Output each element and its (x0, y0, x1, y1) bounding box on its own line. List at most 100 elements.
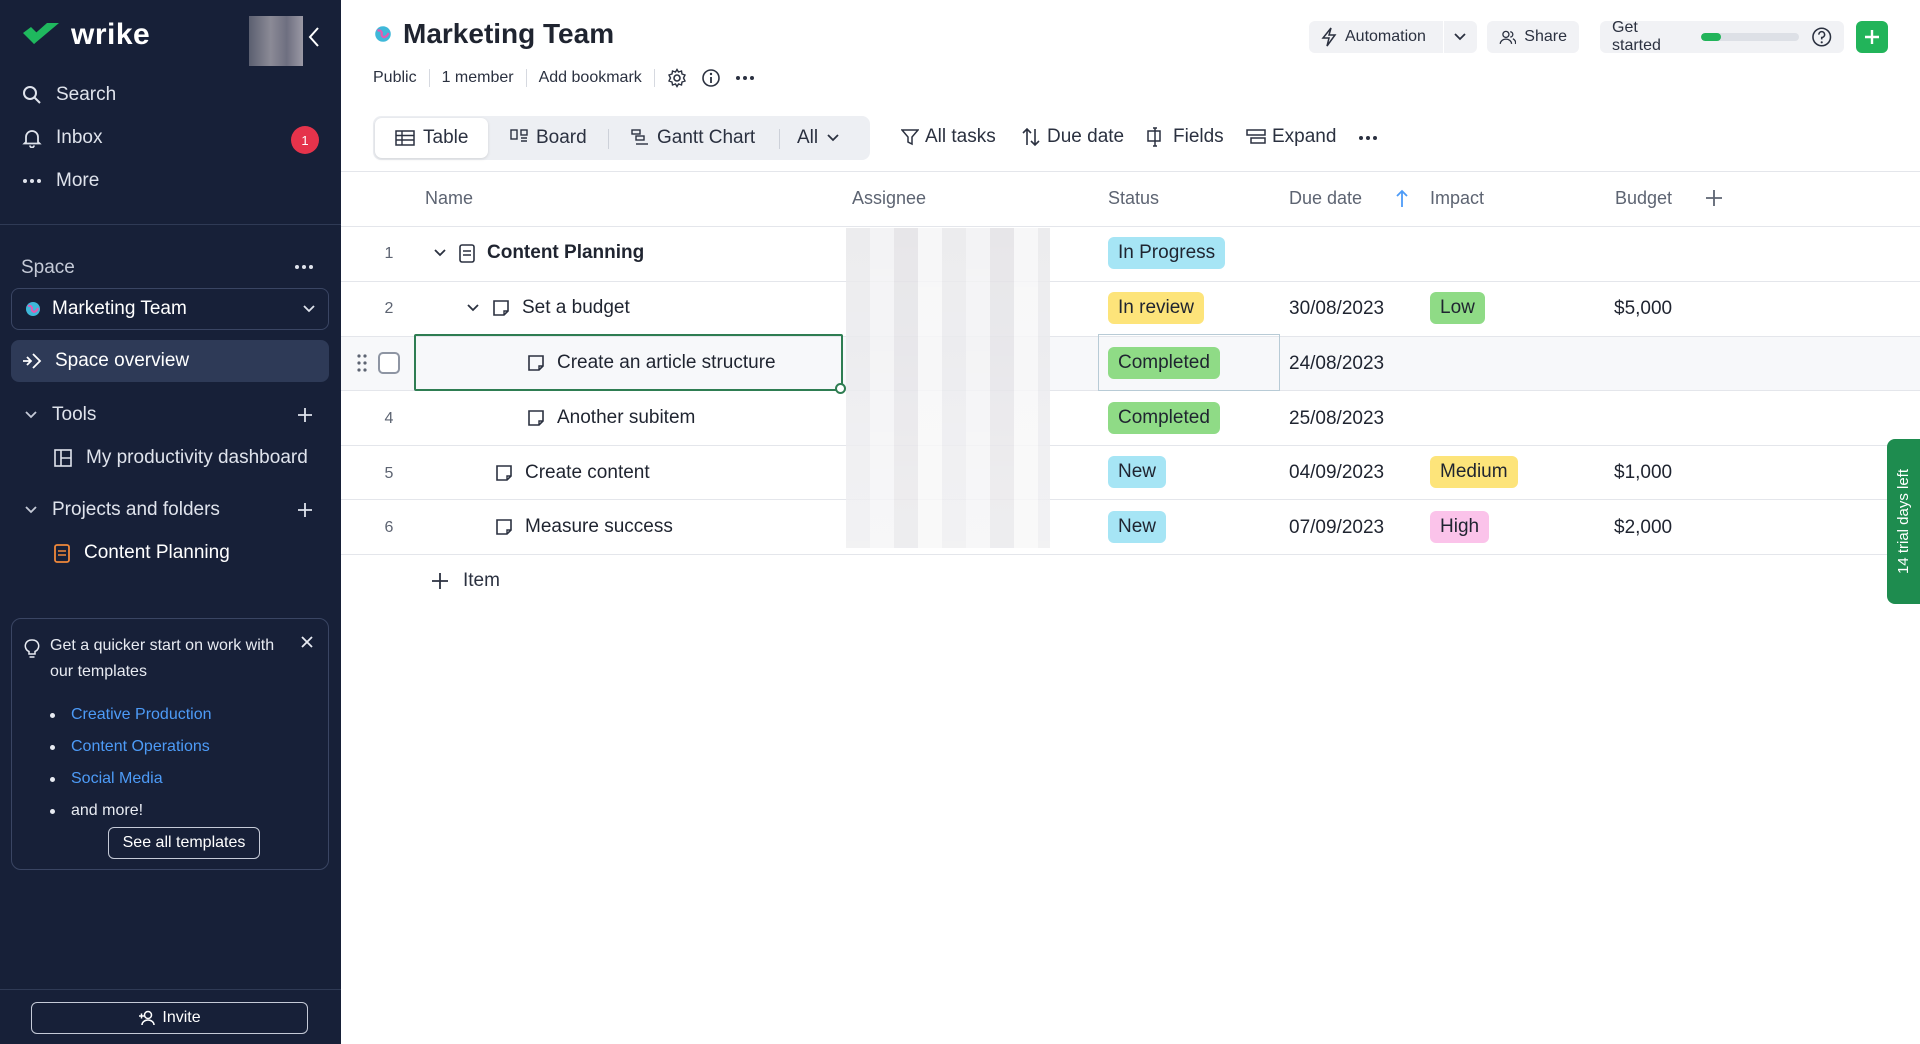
status-badge[interactable]: New (1108, 511, 1167, 543)
lightbulb-icon (24, 639, 40, 658)
budget-value[interactable]: $2,000 (1614, 517, 1672, 539)
template-link[interactable]: Content Operations (48, 731, 212, 763)
tool-item-dashboard[interactable]: My productivity dashboard (54, 447, 308, 469)
tab-board[interactable]: Board (490, 118, 607, 158)
nav-more-label: More (56, 170, 100, 191)
project-item-content-planning[interactable]: Content Planning (54, 542, 230, 564)
due-date[interactable]: 04/09/2023 (1289, 462, 1384, 484)
expand-button[interactable]: Expand (1246, 126, 1336, 148)
task-icon (496, 519, 512, 535)
page-title: Marketing Team (373, 18, 614, 50)
plus-icon (1865, 30, 1879, 44)
info-icon[interactable] (701, 68, 721, 88)
fields-button[interactable]: Fields (1147, 126, 1224, 148)
view-filter-label: All (797, 127, 819, 148)
close-icon[interactable] (300, 635, 314, 649)
add-tool-plus-icon[interactable] (296, 406, 314, 424)
nav-inbox[interactable]: Inbox (22, 127, 102, 149)
expand-label: Expand (1272, 126, 1337, 147)
budget-value[interactable]: $5,000 (1614, 298, 1672, 320)
wrike-logo[interactable]: wrike (21, 18, 150, 52)
chevron-down-icon (303, 305, 315, 313)
status-badge[interactable]: In review (1108, 292, 1205, 324)
chevron-down-icon[interactable] (466, 303, 480, 313)
sort-due-date[interactable]: Due date (1021, 126, 1124, 148)
budget-value[interactable]: $1,000 (1614, 462, 1672, 484)
row-select-checkbox[interactable] (378, 352, 400, 374)
template-link[interactable]: Creative Production (48, 699, 212, 731)
row-name-label: Create content (525, 462, 650, 483)
impact-badge[interactable]: Medium (1430, 456, 1518, 488)
template-link[interactable]: Social Media (48, 763, 212, 795)
row-number: 2 (384, 300, 394, 317)
column-header-budget[interactable]: Budget (1615, 188, 1672, 209)
projects-section[interactable]: Projects and folders (24, 499, 220, 521)
table-row-name[interactable]: Content Planning (433, 242, 644, 264)
due-date[interactable]: 24/08/2023 (1289, 353, 1384, 375)
add-project-plus-icon[interactable] (296, 501, 314, 519)
nav-more[interactable]: More (22, 170, 99, 192)
chevron-down-icon[interactable] (433, 248, 447, 258)
user-avatar[interactable] (249, 16, 303, 66)
more-options-icon[interactable] (735, 68, 755, 88)
impact-badge[interactable]: Low (1430, 292, 1485, 324)
automation-dropdown-button[interactable] (1444, 21, 1477, 53)
tab-gantt-chart[interactable]: Gantt Chart (611, 118, 775, 158)
fill-handle[interactable] (835, 383, 846, 394)
row-name-label: Another subitem (557, 407, 696, 428)
create-new-button[interactable] (1856, 21, 1888, 53)
due-date[interactable]: 07/09/2023 (1289, 517, 1384, 539)
plus-icon (432, 573, 448, 589)
drag-handle-icon[interactable] (356, 352, 368, 374)
space-overview-item[interactable]: Space overview (11, 340, 329, 382)
table-row-name[interactable]: Create content (495, 462, 650, 484)
add-bookmark-link[interactable]: Add bookmark (539, 69, 642, 87)
visibility-label[interactable]: Public (373, 69, 417, 87)
tab-table[interactable]: Table (375, 118, 489, 158)
see-all-templates-button[interactable]: See all templates (108, 827, 260, 859)
row-number: 4 (384, 410, 394, 427)
trial-days-tab[interactable]: 14 trial days left (1887, 439, 1920, 604)
status-badge[interactable]: In Progress (1108, 237, 1226, 269)
all-tasks-filter[interactable]: All tasks (901, 126, 996, 148)
impact-badge[interactable]: High (1430, 511, 1490, 543)
fields-icon (1147, 127, 1161, 147)
status-badge[interactable]: Completed (1108, 402, 1220, 434)
due-date[interactable]: 30/08/2023 (1289, 298, 1384, 320)
sort-ascending-arrow-icon[interactable] (1395, 189, 1409, 209)
space-selector[interactable]: Marketing Team (11, 288, 329, 330)
status-badge[interactable]: New (1108, 456, 1167, 488)
column-header-due-date[interactable]: Due date (1289, 188, 1362, 209)
templates-tip-card: Get a quicker start on work with our tem… (11, 618, 329, 870)
settings-gear-icon[interactable] (667, 68, 687, 88)
status-badge[interactable]: Completed (1108, 347, 1220, 379)
column-header-name[interactable]: Name (425, 188, 473, 209)
view-filter-dropdown[interactable]: All (781, 118, 856, 158)
members-label[interactable]: 1 member (442, 69, 514, 87)
tools-section[interactable]: Tools (24, 404, 96, 426)
add-column-plus-icon[interactable] (1705, 189, 1723, 207)
get-started-widget[interactable]: Get started (1600, 19, 1844, 54)
automation-button[interactable]: Automation (1309, 21, 1443, 53)
nav-search[interactable]: Search (22, 84, 116, 106)
page-title-text: Marketing Team (403, 18, 615, 49)
column-header-assignee[interactable]: Assignee (852, 188, 926, 209)
row-name-label: Measure success (525, 516, 673, 537)
space-options-icon[interactable] (294, 258, 314, 276)
table-row-name[interactable]: Set a budget (466, 297, 630, 319)
toolbar-more-icon[interactable] (1358, 128, 1378, 148)
trial-days-label: 14 trial days left (1895, 468, 1912, 575)
add-item-button[interactable]: Item (431, 570, 500, 592)
table-row-name[interactable]: Create an article structure (527, 352, 776, 374)
column-header-impact[interactable]: Impact (1430, 188, 1484, 209)
share-button[interactable]: Share (1487, 21, 1579, 53)
collapse-sidebar-icon[interactable] (304, 24, 324, 50)
add-item-label: Item (463, 570, 500, 591)
due-date[interactable]: 25/08/2023 (1289, 408, 1384, 430)
inbox-count-badge: 1 (291, 126, 319, 154)
help-question-icon[interactable] (1811, 26, 1832, 48)
table-row-name[interactable]: Measure success (495, 516, 673, 538)
column-header-status[interactable]: Status (1108, 188, 1159, 209)
table-row-name[interactable]: Another subitem (527, 407, 695, 429)
invite-button[interactable]: Invite (31, 1002, 308, 1034)
